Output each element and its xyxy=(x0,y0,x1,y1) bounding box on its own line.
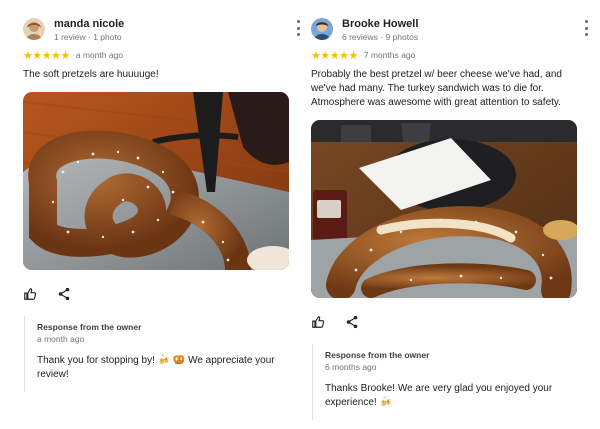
review-date: 7 months ago xyxy=(363,50,416,60)
response-title: Response from the owner xyxy=(325,350,430,360)
author-meta: 1 review · 1 photo xyxy=(54,32,122,42)
share-icon[interactable] xyxy=(345,315,359,329)
author-meta: 6 reviews · 9 photos xyxy=(342,32,419,42)
review-text: The soft pretzels are huuuuge! xyxy=(23,69,159,80)
review-card-brooke: Brooke Howell 6 reviews · 9 photos ★★★★★… xyxy=(310,0,592,420)
review-photo[interactable] xyxy=(311,120,577,298)
thumbs-up-icon[interactable] xyxy=(23,287,37,301)
owner-response: Response from the owner a month ago Than… xyxy=(24,316,294,392)
response-text: Thanks Brooke! We are very glad you enjo… xyxy=(325,383,553,408)
author-avatar[interactable] xyxy=(23,18,45,40)
owner-response: Response from the owner 6 months ago Tha… xyxy=(312,344,582,420)
response-date: 6 months ago xyxy=(325,362,377,372)
share-icon[interactable] xyxy=(57,287,71,301)
rating-row: ★★★★★ 7 months ago xyxy=(311,48,416,62)
review-header: Brooke Howell 6 reviews · 9 photos xyxy=(310,0,592,44)
response-title: Response from the owner xyxy=(37,322,142,332)
review-date: a month ago xyxy=(75,50,124,60)
rating-row: ★★★★★ a month ago xyxy=(23,48,124,62)
author-avatar[interactable] xyxy=(311,18,333,40)
review-card-manda: manda nicole 1 review · 1 photo ★★★★★ a … xyxy=(22,0,304,392)
more-vert-icon[interactable] xyxy=(582,20,590,36)
thumbs-up-icon[interactable] xyxy=(311,315,325,329)
review-header: manda nicole 1 review · 1 photo xyxy=(22,0,304,44)
response-text: Thank you for stopping by! 🍻 🥨 We apprec… xyxy=(37,355,275,380)
response-date: a month ago xyxy=(37,334,85,344)
review-actions xyxy=(311,314,359,330)
review-text: Probably the best pretzel w/ beer cheese… xyxy=(311,69,562,108)
more-vert-icon[interactable] xyxy=(294,20,302,36)
review-actions xyxy=(23,286,71,302)
author-name[interactable]: manda nicole xyxy=(54,18,124,30)
author-name[interactable]: Brooke Howell xyxy=(342,18,418,30)
review-photo[interactable] xyxy=(23,92,289,270)
star-rating: ★★★★★ xyxy=(23,48,70,62)
star-rating: ★★★★★ xyxy=(311,48,358,62)
